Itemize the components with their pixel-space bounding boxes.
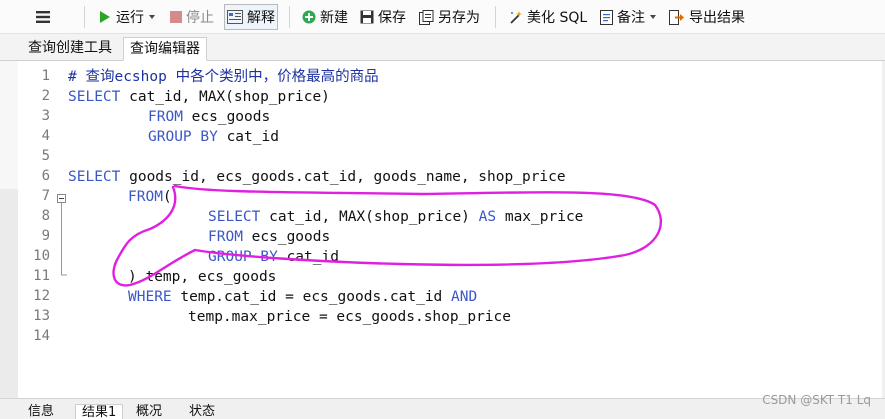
code-line: SELECT cat_id, MAX(shop_price) AS max_pr… bbox=[208, 207, 583, 227]
code-text: goods_id, ecs_goods.cat_id, goods_name, … bbox=[120, 169, 566, 185]
line-number: 13 bbox=[33, 308, 50, 324]
stop-label: 停止 bbox=[186, 10, 214, 26]
keyword: SELECT bbox=[68, 169, 121, 185]
line-number: 5 bbox=[41, 148, 50, 164]
code-line: temp.max_price = ecs_goods.shop_price bbox=[188, 309, 512, 325]
fold-column bbox=[56, 61, 68, 398]
line-number: 14 bbox=[33, 328, 50, 344]
code-text: ( bbox=[162, 189, 172, 205]
explain-label: 解释 bbox=[247, 10, 275, 26]
code-line: GROUP BY cat_id bbox=[208, 247, 339, 267]
beautify-sql-button[interactable]: 美化 SQL bbox=[508, 4, 587, 30]
tab-profile[interactable]: 概况 bbox=[130, 404, 168, 419]
tab-info[interactable]: 信息 bbox=[22, 404, 60, 419]
code-line: GROUP BY cat_id bbox=[148, 127, 279, 147]
new-label: 新建 bbox=[320, 10, 348, 26]
keyword: GROUP BY bbox=[208, 249, 278, 265]
code-line-comment: # 查询ecshop 中各个类别中，价格最高的商品 bbox=[68, 69, 379, 85]
keyword: FROM bbox=[148, 109, 183, 125]
code-line: ) temp, ecs_goods bbox=[128, 269, 277, 285]
line-number: 6 bbox=[41, 168, 50, 184]
line-number: 9 bbox=[41, 228, 50, 244]
stop-icon bbox=[170, 11, 182, 23]
line-number: 1 bbox=[41, 68, 50, 84]
code-line: FROM ecs_goods bbox=[208, 227, 330, 247]
beautify-sql-label: 美化 SQL bbox=[527, 10, 588, 26]
explain-button[interactable]: 解释 bbox=[224, 4, 278, 30]
comment-button[interactable]: 备注 bbox=[600, 4, 657, 30]
save-as-label: 另存为 bbox=[438, 10, 480, 26]
keyword: SELECT bbox=[208, 209, 261, 225]
run-label: 运行 bbox=[116, 10, 144, 26]
save-as-button[interactable]: 另存为 bbox=[419, 4, 480, 30]
code-line: FROM( bbox=[128, 187, 172, 207]
left-panel-strip bbox=[0, 61, 18, 398]
code-text: max_price bbox=[496, 209, 584, 225]
code-text: ecs_goods bbox=[182, 109, 271, 125]
export-results-button[interactable]: 导出结果 bbox=[669, 4, 745, 30]
stop-button[interactable]: 停止 bbox=[170, 4, 214, 30]
code-line: FROM ecs_goods bbox=[148, 107, 270, 127]
magic-wand-icon bbox=[510, 10, 522, 24]
keyword: GROUP BY bbox=[148, 129, 218, 145]
tab-query-editor[interactable]: 查询编辑器 bbox=[123, 37, 207, 61]
export-results-label: 导出结果 bbox=[689, 10, 745, 26]
code-line: WHERE temp.cat_id = ecs_goods.cat_id AND bbox=[128, 287, 477, 307]
save-button[interactable]: 保存 bbox=[360, 4, 406, 30]
code-area[interactable]: # 查询ecshop 中各个类别中，价格最高的商品 SELECT cat_id,… bbox=[68, 61, 885, 398]
explain-icon bbox=[227, 10, 243, 24]
keyword: AS bbox=[478, 209, 497, 225]
chevron-down-icon[interactable] bbox=[649, 13, 657, 21]
code-text: cat_id bbox=[277, 249, 339, 265]
line-number: 10 bbox=[33, 248, 50, 264]
keyword: SELECT bbox=[68, 89, 121, 105]
toolbar: 运行 停止 解释 新建 保存 另存为 美化 SQL 备注 导出结果 bbox=[0, 0, 885, 34]
line-number-gutter: 1 2 3 4 5 6 7 8 9 10 11 12 13 14 bbox=[18, 61, 56, 398]
code-line: SELECT cat_id, MAX(shop_price) bbox=[68, 87, 330, 107]
toolbar-separator bbox=[495, 6, 496, 28]
line-number: 3 bbox=[41, 108, 50, 124]
add-icon bbox=[302, 10, 316, 24]
play-icon bbox=[100, 11, 110, 23]
save-icon bbox=[360, 10, 374, 24]
line-number: 11 bbox=[33, 268, 50, 284]
fold-marker[interactable] bbox=[56, 61, 68, 398]
toolbar-separator bbox=[84, 6, 85, 28]
line-number: 2 bbox=[41, 88, 50, 104]
menu-button[interactable] bbox=[34, 4, 52, 30]
keyword: FROM bbox=[208, 229, 243, 245]
code-text: cat_id, MAX(shop_price) bbox=[260, 209, 479, 225]
new-button[interactable]: 新建 bbox=[302, 4, 348, 30]
keyword: WHERE bbox=[128, 289, 172, 305]
query-tabs: 查询创建工具 查询编辑器 bbox=[0, 34, 885, 61]
save-label: 保存 bbox=[378, 10, 406, 26]
tab-status[interactable]: 状态 bbox=[183, 404, 221, 419]
line-number: 12 bbox=[33, 288, 50, 304]
result-tabs: 信息 结果1 概况 状态 bbox=[0, 398, 885, 419]
document-icon bbox=[600, 9, 613, 25]
toolbar-separator bbox=[289, 6, 290, 28]
code-text: temp.cat_id = ecs_goods.cat_id bbox=[171, 289, 452, 305]
tab-query-builder[interactable]: 查询创建工具 bbox=[22, 37, 118, 61]
run-button[interactable]: 运行 bbox=[98, 4, 156, 30]
line-number: 8 bbox=[41, 208, 50, 224]
keyword: AND bbox=[451, 289, 478, 305]
line-number: 4 bbox=[41, 128, 50, 144]
line-number: 7 bbox=[41, 188, 50, 204]
code-text: cat_id, MAX(shop_price) bbox=[120, 89, 330, 105]
hamburger-menu-icon bbox=[36, 11, 50, 23]
watermark: CSDN @SKT T1 Lq bbox=[762, 393, 871, 407]
comment-label: 备注 bbox=[617, 10, 645, 26]
chevron-down-icon[interactable] bbox=[148, 13, 156, 21]
sql-editor[interactable]: 1 2 3 4 5 6 7 8 9 10 11 12 13 14 # 查询ecs… bbox=[0, 61, 885, 398]
code-text: ecs_goods bbox=[242, 229, 331, 245]
save-as-icon bbox=[419, 9, 434, 25]
keyword: FROM bbox=[128, 189, 163, 205]
export-icon bbox=[669, 9, 684, 25]
code-text: cat_id bbox=[217, 129, 279, 145]
tab-result-1[interactable]: 结果1 bbox=[75, 404, 124, 419]
code-line: SELECT goods_id, ecs_goods.cat_id, goods… bbox=[68, 167, 566, 187]
